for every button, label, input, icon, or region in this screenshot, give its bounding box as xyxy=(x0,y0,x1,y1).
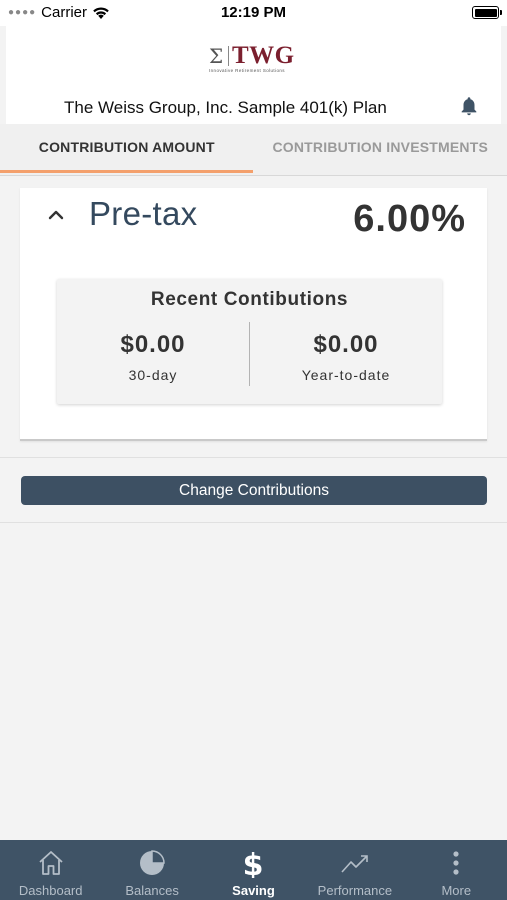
stat-label: Year-to-date xyxy=(301,367,391,383)
more-vertical-icon xyxy=(453,851,459,875)
logo-separator xyxy=(228,46,229,66)
nav-label: Saving xyxy=(232,883,275,898)
contribution-percent: 6.00% xyxy=(353,198,466,240)
bottom-nav: Dashboard Balances $ Saving Performance … xyxy=(0,840,507,900)
battery-icon xyxy=(472,6,502,19)
nav-dashboard[interactable]: Dashboard xyxy=(0,840,101,900)
pie-chart-icon xyxy=(140,850,165,875)
divider xyxy=(0,522,507,523)
app-header: Σ TWG Innovative Retirement Solutions Th… xyxy=(6,26,501,124)
stat-value: $0.00 xyxy=(313,331,379,358)
stat-label: 30-day xyxy=(128,367,178,383)
tab-contribution-investments[interactable]: CONTRIBUTION INVESTMENTS xyxy=(254,124,507,176)
dollar-icon: $ xyxy=(243,848,264,878)
status-time: 12:19 PM xyxy=(220,4,287,21)
nav-label: Performance xyxy=(317,883,393,898)
divider xyxy=(0,457,507,458)
chevron-up-icon[interactable] xyxy=(42,200,70,228)
stat-30-day: $0.00 30-day xyxy=(57,331,249,383)
stat-value: $0.00 xyxy=(120,331,186,358)
svg-text:$: $ xyxy=(243,848,264,878)
nav-label: More xyxy=(441,883,472,898)
nav-balances[interactable]: Balances xyxy=(101,840,202,900)
tab-contribution-amount[interactable]: CONTRIBUTION AMOUNT xyxy=(0,124,254,176)
trend-line-icon xyxy=(341,855,368,873)
contribution-tabs: CONTRIBUTION AMOUNT CONTRIBUTION INVESTM… xyxy=(0,124,507,176)
recent-contributions-box: Recent Contibutions $0.00 30-day $0.00 Y… xyxy=(57,279,442,404)
home-icon xyxy=(39,851,63,875)
contribution-type-title: Pre-tax xyxy=(89,195,198,232)
nav-label: Balances xyxy=(125,883,179,898)
change-contributions-button[interactable]: Change Contributions xyxy=(21,476,487,505)
pretax-card: Pre-tax 6.00% Recent Contibutions $0.00 … xyxy=(20,188,487,441)
logo-tagline: Innovative Retirement Solutions xyxy=(209,68,285,73)
nav-label: Dashboard xyxy=(18,883,83,898)
nav-saving[interactable]: $ Saving xyxy=(203,840,304,900)
stat-year-to-date: $0.00 Year-to-date xyxy=(250,331,442,383)
nav-performance[interactable]: Performance xyxy=(304,840,405,900)
logo-text: TWG xyxy=(232,42,295,69)
sigma-logo-icon: Σ xyxy=(209,44,224,68)
twg-logo: Σ TWG Innovative Retirement Solutions xyxy=(209,42,301,76)
active-tab-indicator xyxy=(0,170,253,173)
status-bar: ●●●● Carrier 12:19 PM xyxy=(0,0,507,26)
plan-title: The Weiss Group, Inc. Sample 401(k) Plan xyxy=(64,98,387,117)
nav-more[interactable]: More xyxy=(406,840,507,900)
recent-contributions-title: Recent Contibutions xyxy=(150,289,349,310)
bell-icon[interactable] xyxy=(458,95,480,117)
